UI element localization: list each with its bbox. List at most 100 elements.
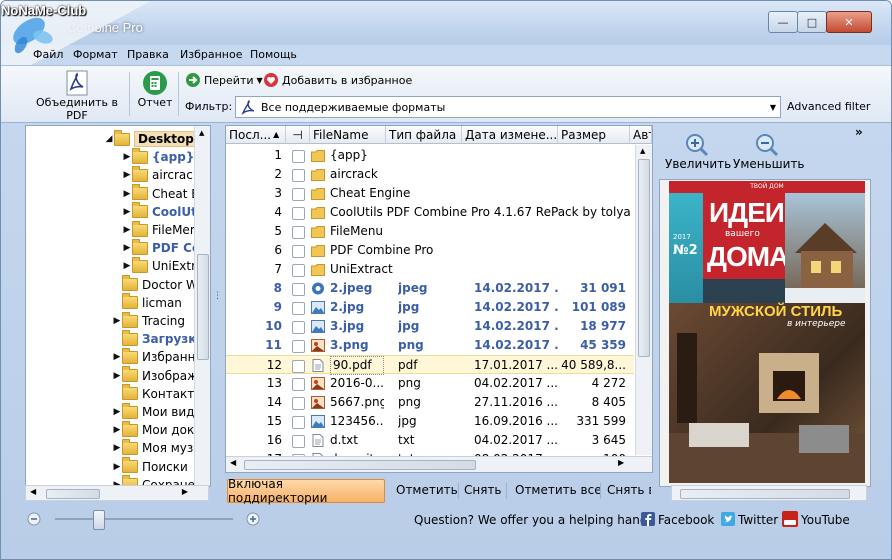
mark-all-button[interactable]: Отметить все <box>515 479 602 501</box>
advanced-filter-link[interactable]: Advanced filter <box>787 100 870 113</box>
tree-scroll-thumb[interactable] <box>197 254 209 360</box>
scroll-left-icon[interactable]: ◀ <box>230 458 236 467</box>
row-checkbox[interactable] <box>292 321 305 334</box>
tree-item[interactable]: ▶ aircrack <box>122 165 200 184</box>
scroll-left-icon[interactable]: ◀ <box>30 487 36 496</box>
zoom-plus-icon[interactable] <box>246 512 260 526</box>
table-row[interactable]: 3 Cheat Engine <box>226 184 634 203</box>
tree-scrollbar[interactable]: ▲ <box>194 126 210 486</box>
facebook-link[interactable]: Facebook <box>658 513 714 527</box>
table-row[interactable]: 1 {app} <box>226 146 634 165</box>
unmark-all-button[interactable]: Снять в <box>607 479 651 501</box>
row-checkbox[interactable] <box>292 169 305 182</box>
file-list-scrollbar[interactable]: ▲ <box>635 145 652 455</box>
menu-help[interactable]: Помощь <box>250 48 297 61</box>
col-header-filename[interactable]: FileName <box>310 126 386 144</box>
row-checkbox[interactable] <box>292 340 305 353</box>
add-favorites-button[interactable]: Добавить в избранное <box>263 72 412 88</box>
col-header-date[interactable]: Дата измене... <box>462 126 558 144</box>
expand-arrow-icon[interactable]: ◢ <box>104 134 114 144</box>
expand-arrow-icon[interactable]: ▶ <box>112 443 122 453</box>
unmark-button[interactable]: Снять <box>464 479 502 501</box>
youtube-icon[interactable] <box>782 511 798 527</box>
expand-arrow-icon[interactable]: ▶ <box>122 225 132 235</box>
maximize-button[interactable]: □ <box>797 11 827 33</box>
expand-arrow-icon[interactable]: ▶ <box>112 352 122 362</box>
minimize-button[interactable]: — <box>768 11 798 33</box>
row-checkbox[interactable] <box>292 207 305 220</box>
col-header-order[interactable]: Посл... ▲ <box>226 126 286 144</box>
expand-arrow-icon[interactable]: ▶ <box>112 462 122 472</box>
tree-item[interactable]: Загрузки <box>112 329 205 348</box>
tree-hscrollbar[interactable]: ◀ ▶ <box>25 485 209 501</box>
zoom-minus-icon[interactable] <box>27 512 41 526</box>
preview-hscroll-thumb[interactable] <box>680 489 850 499</box>
expand-arrow-icon[interactable]: ▶ <box>112 316 122 326</box>
row-checkbox[interactable] <box>292 397 305 410</box>
col-header-size[interactable]: Размер <box>558 126 630 144</box>
file-list-hscroll-thumb[interactable] <box>244 460 476 470</box>
table-row[interactable]: 13 2016-0... png 04.02.2017 ... 4 272 <box>226 374 634 393</box>
scroll-up-icon[interactable]: ▲ <box>199 129 204 137</box>
tree-item[interactable]: ▶ Поиски <box>112 457 188 476</box>
table-row[interactable]: 4 CoolUtils PDF Combine Pro 4.1.67 RePack… <box>226 203 634 222</box>
row-checkbox[interactable] <box>292 416 305 429</box>
collapse-panel-icon[interactable]: » <box>855 125 863 139</box>
menu-format[interactable]: Формат <box>73 48 118 61</box>
row-checkbox[interactable] <box>292 245 305 258</box>
table-row[interactable]: 5 FileMenu <box>226 222 634 241</box>
row-checkbox[interactable] <box>292 435 305 448</box>
splitter-grip-icon[interactable]: ⋮ <box>213 291 222 311</box>
expand-arrow-icon[interactable]: ▶ <box>122 261 132 271</box>
table-row[interactable]: 12 90.pdf pdf 17.01.2017 ... 40 589,8... <box>226 355 634 375</box>
preview-hscrollbar[interactable] <box>671 485 867 501</box>
tree-item[interactable]: ▶ {app} <box>122 147 194 166</box>
expand-arrow-icon[interactable]: ▶ <box>112 371 122 381</box>
menu-edit[interactable]: Правка <box>127 48 169 61</box>
row-checkbox[interactable] <box>292 264 305 277</box>
table-row[interactable]: 14 5667.png png 27.11.2016 ... 8 405 <box>226 393 634 412</box>
report-button[interactable]: Отчет <box>136 70 174 109</box>
table-row[interactable]: 8 2.jpeg jpeg 14.02.2017 ... 31 091 <box>226 279 634 298</box>
include-subdirs-toggle[interactable]: Включая поддиректории <box>227 477 385 505</box>
tree-item[interactable]: ◢ Desktop <box>104 129 198 148</box>
table-row[interactable]: 16 d.txt txt 04.02.2017 ... 3 645 <box>226 431 634 450</box>
youtube-link[interactable]: YouTube <box>801 513 850 527</box>
goto-button[interactable]: Перейти ▼ <box>185 72 263 88</box>
file-list-scroll-thumb[interactable] <box>638 159 650 357</box>
menu-file[interactable]: Файл <box>33 48 63 61</box>
row-checkbox[interactable] <box>292 150 305 163</box>
scroll-right-icon[interactable]: ▶ <box>182 487 188 496</box>
tree-item[interactable]: Контакты <box>112 384 204 403</box>
table-row[interactable]: 9 2.jpg jpg 14.02.2017 ... 101 089 <box>226 298 634 317</box>
menu-favorites[interactable]: Избранное <box>180 48 242 61</box>
row-checkbox[interactable] <box>292 226 305 239</box>
twitter-icon[interactable] <box>721 512 735 526</box>
mark-button[interactable]: Отметить <box>396 479 458 501</box>
filter-select[interactable]: Все поддерживаемые форматы ▼ <box>235 96 781 118</box>
expand-arrow-icon[interactable]: ▶ <box>122 152 132 162</box>
tree-item[interactable]: licman <box>112 293 182 312</box>
zoom-slider-thumb[interactable] <box>93 510 105 530</box>
row-checkbox[interactable] <box>292 188 305 201</box>
col-header-author[interactable]: Авт <box>630 126 652 144</box>
col-header-pin[interactable]: ⊣ <box>286 126 310 144</box>
scroll-right-icon[interactable]: ▶ <box>618 458 624 467</box>
table-row[interactable]: 11 3.png png 14.02.2017 ... 45 359 <box>226 336 634 355</box>
zoom-slider-track[interactable] <box>55 518 233 520</box>
expand-arrow-icon[interactable]: ▶ <box>122 243 132 253</box>
table-row[interactable]: 7 UniExtract <box>226 260 634 279</box>
tree-item[interactable]: ▶ Tracing <box>112 311 185 330</box>
combine-pdf-button[interactable]: Объединить в PDF <box>29 70 125 122</box>
expand-arrow-icon[interactable]: ▶ <box>122 189 132 199</box>
expand-arrow-icon[interactable]: ▶ <box>122 170 132 180</box>
col-header-type[interactable]: Тип файла <box>386 126 462 144</box>
facebook-icon[interactable] <box>641 512 655 526</box>
table-row[interactable]: 15 123456... jpg 16.09.2016 ... 331 599 <box>226 412 634 431</box>
row-checkbox[interactable] <box>292 378 305 391</box>
scroll-up-icon[interactable]: ▲ <box>640 147 645 155</box>
tree-hscroll-thumb[interactable] <box>46 489 100 499</box>
expand-arrow-icon[interactable]: ▶ <box>112 425 122 435</box>
zoom-in-button[interactable]: Увеличить <box>665 133 731 171</box>
table-row[interactable]: 10 3.jpg jpg 14.02.2017 ... 18 977 <box>226 317 634 336</box>
